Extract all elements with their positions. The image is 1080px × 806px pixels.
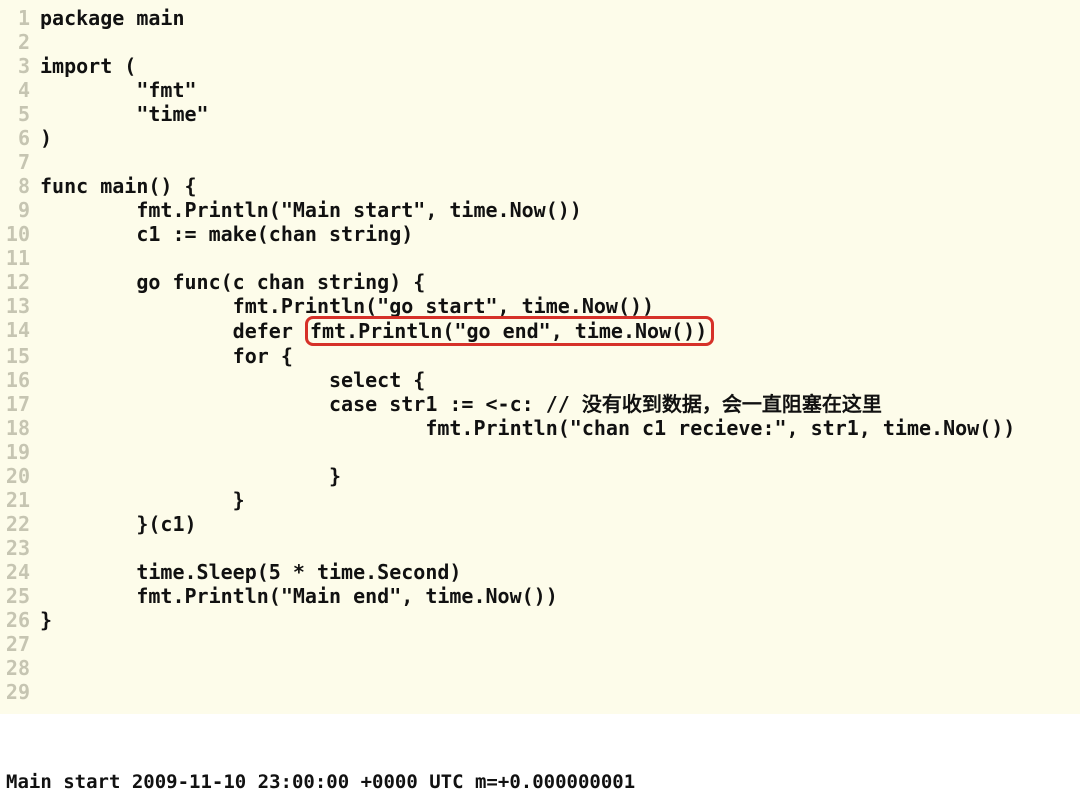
- line-number: 26: [4, 608, 40, 632]
- code-line: 15 for {: [4, 344, 1076, 368]
- code-line: 4 "fmt": [4, 78, 1076, 102]
- code-text: "fmt": [40, 78, 1076, 102]
- code-text: package main: [40, 6, 1076, 30]
- code-line: 17 case str1 := <-c: // 没有收到数据，会一直阻塞在这里: [4, 392, 1076, 416]
- code-line: 12 go func(c chan string) {: [4, 270, 1076, 294]
- code-line: 24 time.Sleep(5 * time.Second): [4, 560, 1076, 584]
- code-text: [40, 680, 1076, 704]
- code-text: }(c1): [40, 512, 1076, 536]
- line-number: 19: [4, 440, 40, 464]
- line-number: 22: [4, 512, 40, 536]
- code-text: import (: [40, 54, 1076, 78]
- code-line: 9 fmt.Println("Main start", time.Now()): [4, 198, 1076, 222]
- line-number: 1: [4, 6, 40, 30]
- code-text: time.Sleep(5 * time.Second): [40, 560, 1076, 584]
- code-line: 5 "time": [4, 102, 1076, 126]
- line-number: 5: [4, 102, 40, 126]
- code-editor: 1package main23import (4 "fmt"5 "time"6)…: [0, 0, 1080, 714]
- line-number: 12: [4, 270, 40, 294]
- line-number: 28: [4, 656, 40, 680]
- code-line: 27: [4, 632, 1076, 656]
- code-line: 19: [4, 440, 1076, 464]
- line-number: 9: [4, 198, 40, 222]
- code-text: [40, 150, 1076, 174]
- code-text: [40, 536, 1076, 560]
- code-text: ): [40, 126, 1076, 150]
- line-number: 29: [4, 680, 40, 704]
- code-line: 1package main: [4, 6, 1076, 30]
- code-text: }: [40, 488, 1076, 512]
- code-line: 21 }: [4, 488, 1076, 512]
- code-text: fmt.Println("Main end", time.Now()): [40, 584, 1076, 608]
- line-number: 14: [4, 318, 40, 344]
- code-line: 16 select {: [4, 368, 1076, 392]
- code-line: 20 }: [4, 464, 1076, 488]
- code-line: 13 fmt.Println("go start", time.Now()): [4, 294, 1076, 318]
- line-number: 4: [4, 78, 40, 102]
- code-line: 26}: [4, 608, 1076, 632]
- code-text: [40, 440, 1076, 464]
- code-text: case str1 := <-c: // 没有收到数据，会一直阻塞在这里: [40, 392, 1076, 416]
- line-number: 6: [4, 126, 40, 150]
- code-text: }: [40, 464, 1076, 488]
- code-text: select {: [40, 368, 1076, 392]
- code-text: fmt.Println("Main start", time.Now()): [40, 198, 1076, 222]
- line-number: 2: [4, 30, 40, 54]
- code-line: 25 fmt.Println("Main end", time.Now()): [4, 584, 1076, 608]
- highlight-box: fmt.Println("go end", time.Now()): [305, 316, 714, 346]
- code-text: func main() {: [40, 174, 1076, 198]
- program-output: Main start 2009-11-10 23:00:00 +0000 UTC…: [0, 714, 1080, 806]
- line-number: 25: [4, 584, 40, 608]
- line-number: 3: [4, 54, 40, 78]
- output-line: Main start 2009-11-10 23:00:00 +0000 UTC…: [6, 770, 1074, 794]
- line-number: 18: [4, 416, 40, 440]
- code-text: c1 := make(chan string): [40, 222, 1076, 246]
- code-text: defer fmt.Println("go end", time.Now()): [40, 318, 1076, 344]
- code-text: go func(c chan string) {: [40, 270, 1076, 294]
- line-number: 17: [4, 392, 40, 416]
- code-line: 29: [4, 680, 1076, 704]
- code-text: [40, 632, 1076, 656]
- code-text: fmt.Println("chan c1 recieve:", str1, ti…: [40, 416, 1076, 440]
- code-line: 18 fmt.Println("chan c1 recieve:", str1,…: [4, 416, 1076, 440]
- line-number: 11: [4, 246, 40, 270]
- code-text: fmt.Println("go start", time.Now()): [40, 294, 1076, 318]
- code-line: 6): [4, 126, 1076, 150]
- code-line: 28: [4, 656, 1076, 680]
- code-line: 10 c1 := make(chan string): [4, 222, 1076, 246]
- line-number: 21: [4, 488, 40, 512]
- code-line: 22 }(c1): [4, 512, 1076, 536]
- code-text: "time": [40, 102, 1076, 126]
- line-number: 23: [4, 536, 40, 560]
- code-text: }: [40, 608, 1076, 632]
- line-number: 16: [4, 368, 40, 392]
- line-number: 8: [4, 174, 40, 198]
- code-line: 2: [4, 30, 1076, 54]
- code-line: 7: [4, 150, 1076, 174]
- line-number: 27: [4, 632, 40, 656]
- line-number: 10: [4, 222, 40, 246]
- code-text: for {: [40, 344, 1076, 368]
- code-line: 3import (: [4, 54, 1076, 78]
- code-text: [40, 656, 1076, 680]
- code-line: 11: [4, 246, 1076, 270]
- code-line: 8func main() {: [4, 174, 1076, 198]
- code-line: 14 defer fmt.Println("go end", time.Now(…: [4, 318, 1076, 344]
- line-number: 13: [4, 294, 40, 318]
- line-number: 20: [4, 464, 40, 488]
- line-number: 15: [4, 344, 40, 368]
- code-line: 23: [4, 536, 1076, 560]
- code-text: [40, 30, 1076, 54]
- code-text: [40, 246, 1076, 270]
- line-number: 7: [4, 150, 40, 174]
- line-number: 24: [4, 560, 40, 584]
